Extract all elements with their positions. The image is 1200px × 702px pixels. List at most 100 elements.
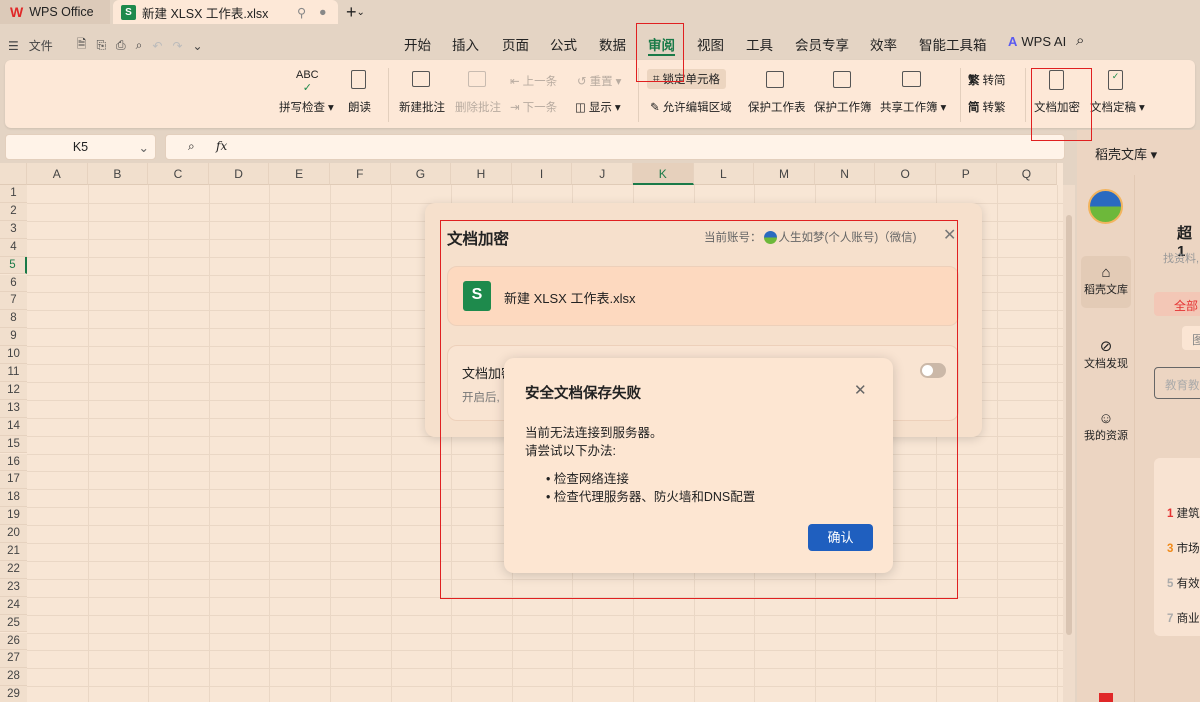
row-header[interactable]: 6 <box>0 274 27 293</box>
column-header[interactable]: B <box>87 163 149 185</box>
delete-comment-button[interactable]: 删除批注 <box>455 99 501 115</box>
tab-home[interactable]: W WPS Office <box>0 0 110 24</box>
bookmark-icon[interactable] <box>1099 693 1113 702</box>
row-header[interactable]: 27 <box>0 650 27 669</box>
confirm-button[interactable]: 确认 <box>808 524 873 551</box>
row-header[interactable]: 20 <box>0 525 27 543</box>
menu-tab-0[interactable]: 开始 <box>404 34 431 54</box>
menu-tab-7[interactable]: 工具 <box>746 34 773 54</box>
chip-all[interactable]: 全部 <box>1154 292 1200 316</box>
zoom-formula-icon[interactable]: ⌕ <box>188 139 195 154</box>
prev-comment-button[interactable]: ⇤ 上一条 <box>510 73 557 89</box>
menu-tab-8[interactable]: 会员专享 <box>795 34 849 54</box>
row-header[interactable]: 13 <box>0 399 27 418</box>
column-header[interactable]: K <box>633 163 694 185</box>
menu-tab-5[interactable]: 审阅 <box>648 34 675 56</box>
row-header[interactable]: 7 <box>0 292 27 311</box>
to-traditional-button[interactable]: 简转繁 <box>968 99 1006 115</box>
column-header[interactable]: J <box>572 163 633 185</box>
column-header[interactable]: F <box>330 163 391 185</box>
column-header[interactable]: A <box>27 163 88 185</box>
wps-ai-button[interactable]: A WPS AI <box>1008 34 1066 49</box>
protect-workbook-button[interactable]: 保护工作簿 <box>814 99 872 115</box>
vertical-scrollbar[interactable] <box>1063 185 1075 702</box>
export-icon[interactable]: ⎘ <box>96 38 106 53</box>
save-icon[interactable]: 🗎 <box>77 35 87 56</box>
menu-tab-4[interactable]: 数据 <box>599 34 626 54</box>
finalize-button[interactable]: 文档定稿 ▾ <box>1090 99 1145 115</box>
menu-tab-2[interactable]: 页面 <box>502 34 529 54</box>
document-encrypt-button[interactable]: 文档加密 <box>1034 99 1080 115</box>
lock-cell-button[interactable]: ⌗ 锁定单元格 <box>647 69 726 89</box>
menu-tab-9[interactable]: 效率 <box>870 34 897 54</box>
close-icon[interactable]: ✕ <box>943 225 956 245</box>
row-header[interactable]: 22 <box>0 560 27 579</box>
column-header[interactable]: L <box>693 163 755 185</box>
to-simplified-button[interactable]: 繁转简 <box>968 72 1006 88</box>
column-header[interactable]: P <box>936 163 997 185</box>
read-aloud-button[interactable]: 朗读 <box>348 99 371 115</box>
row-header[interactable]: 3 <box>0 220 27 239</box>
row-header[interactable]: 24 <box>0 596 27 615</box>
row-header[interactable]: 25 <box>0 614 27 633</box>
row-header[interactable]: 2 <box>0 202 27 221</box>
menu-tab-10[interactable]: 智能工具箱 <box>919 34 987 54</box>
column-header[interactable]: E <box>269 163 330 185</box>
hot-list-item[interactable]: 5 有效 <box>1167 575 1200 591</box>
search-icon[interactable]: ⌕ <box>1076 32 1084 49</box>
tab-document[interactable]: S 新建 XLSX 工作表.xlsx ⚲ ● <box>113 0 338 24</box>
row-header[interactable]: 19 <box>0 507 27 526</box>
row-header[interactable]: 16 <box>0 453 27 472</box>
row-header[interactable]: 11 <box>0 364 27 382</box>
new-comment-button[interactable]: 新建批注 <box>399 99 445 115</box>
scrollbar-thumb[interactable] <box>1066 215 1072 635</box>
row-header[interactable]: 18 <box>0 489 27 508</box>
avatar[interactable] <box>1088 189 1123 224</box>
chip-image[interactable]: 图 <box>1182 326 1200 350</box>
more-chevron-icon[interactable]: ⌄ <box>193 39 203 53</box>
close-icon[interactable]: ✕ <box>854 381 867 399</box>
row-header[interactable]: 1 <box>0 185 27 203</box>
menu-tab-1[interactable]: 插入 <box>452 34 479 54</box>
row-header[interactable]: 17 <box>0 471 27 490</box>
row-header[interactable]: 28 <box>0 668 27 687</box>
sidebar-nav-item[interactable]: ⌂ 稻壳文库 <box>1081 256 1131 308</box>
column-header[interactable]: Q <box>996 163 1058 185</box>
sidebar-nav-item[interactable]: ⊘ 文档发现 <box>1081 329 1131 381</box>
menu-icon[interactable]: ☰ <box>8 39 19 53</box>
menu-tab-3[interactable]: 公式 <box>550 34 577 54</box>
row-header[interactable]: 4 <box>0 238 27 257</box>
row-header[interactable]: 23 <box>0 578 27 597</box>
hot-list-item[interactable]: 1 建筑 <box>1167 505 1200 521</box>
row-header[interactable]: 12 <box>0 381 27 400</box>
column-header[interactable]: G <box>390 163 452 185</box>
hot-list-item[interactable]: 7 商业 <box>1167 610 1200 626</box>
menu-tab-6[interactable]: 视图 <box>697 34 724 54</box>
column-header[interactable]: N <box>814 163 876 185</box>
select-all-corner[interactable] <box>0 163 27 185</box>
fx-icon[interactable]: fx <box>216 139 227 153</box>
undo-icon[interactable]: ↶ <box>152 39 162 53</box>
column-header[interactable]: M <box>754 163 815 185</box>
new-tab-button[interactable]: + ⌄ <box>346 0 365 24</box>
allow-edit-range-button[interactable]: ✎ 允许编辑区域 <box>650 99 732 115</box>
protect-sheet-button[interactable]: 保护工作表 <box>748 99 806 115</box>
sidebar-nav-item[interactable]: ☺ 我的资源 <box>1081 402 1131 454</box>
row-header[interactable]: 21 <box>0 543 27 561</box>
print-preview-icon[interactable]: ⌕ <box>136 38 143 53</box>
column-header[interactable]: I <box>511 163 573 185</box>
sidebar-search[interactable]: 教育教 <box>1154 367 1200 399</box>
show-button[interactable]: ◫ 显示 ▾ <box>575 99 621 115</box>
name-box[interactable]: K5 ⌄ <box>5 134 156 160</box>
encrypt-toggle[interactable] <box>920 363 946 378</box>
reset-button[interactable]: ↺ 重置 ▾ <box>577 73 621 89</box>
formula-input[interactable]: ⌕ fx <box>165 134 1065 160</box>
row-header[interactable]: 5 <box>0 256 27 275</box>
column-header[interactable]: D <box>208 163 270 185</box>
print-icon[interactable]: ⎙ <box>116 38 126 53</box>
row-header[interactable]: 26 <box>0 632 27 651</box>
sidebar-title[interactable]: 稻壳文库 ▾ <box>1095 144 1157 163</box>
row-header[interactable]: 9 <box>0 328 27 347</box>
spell-check-button[interactable]: 拼写检查 ▾ <box>279 99 334 115</box>
row-header[interactable]: 8 <box>0 310 27 329</box>
